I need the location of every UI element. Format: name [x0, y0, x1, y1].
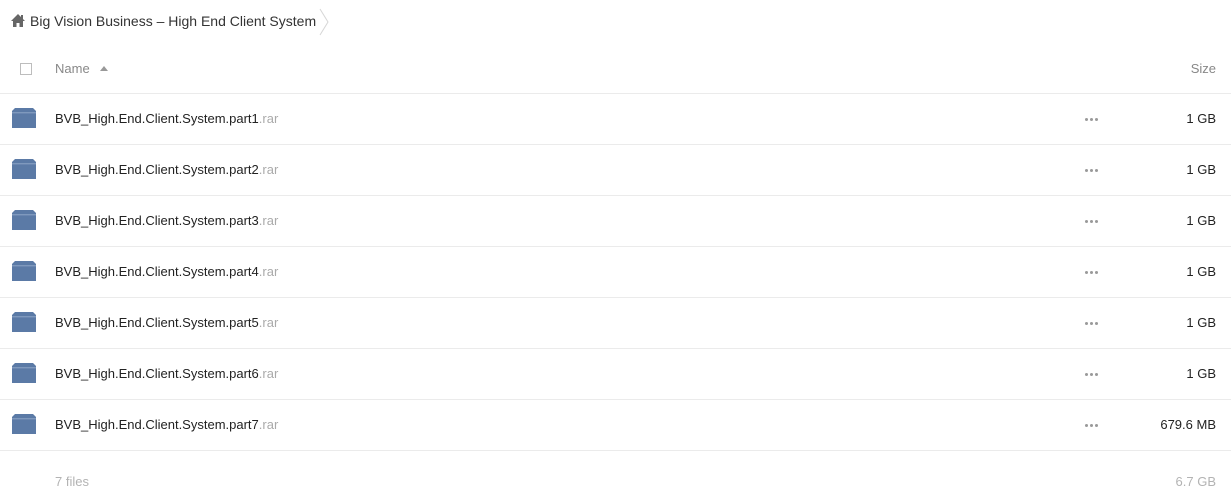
archive-file-icon: [12, 159, 36, 179]
file-name-base: BVB_High.End.Client.System.part1: [55, 111, 259, 126]
file-name-base: BVB_High.End.Client.System.part5: [55, 315, 259, 330]
chevron-right-icon: [319, 8, 329, 36]
table-header: Name Size: [0, 44, 1231, 94]
file-name-base: BVB_High.End.Client.System.part6: [55, 366, 259, 381]
more-options-icon[interactable]: [1084, 369, 1100, 379]
more-options-icon[interactable]: [1084, 165, 1100, 175]
table-row[interactable]: BVB_High.End.Client.System.part3.rar 1 GB: [0, 196, 1231, 247]
file-name-base: BVB_High.End.Client.System.part4: [55, 264, 259, 279]
archive-file-icon: [12, 210, 36, 230]
archive-file-icon: [12, 312, 36, 332]
archive-file-icon: [12, 261, 36, 281]
file-name[interactable]: BVB_High.End.Client.System.part6.rar: [55, 366, 278, 381]
column-header-size[interactable]: Size: [1191, 61, 1216, 76]
more-options-icon[interactable]: [1084, 420, 1100, 430]
list-footer: 7 files 6.7 GB: [0, 462, 1231, 501]
more-options-icon[interactable]: [1084, 267, 1100, 277]
table-row[interactable]: BVB_High.End.Client.System.part7.rar 679.…: [0, 400, 1231, 451]
file-extension: .rar: [258, 213, 279, 228]
file-list: BVB_High.End.Client.System.part1.rar 1 GB…: [0, 94, 1231, 451]
archive-file-icon: [12, 414, 36, 434]
column-header-name[interactable]: Name: [55, 61, 90, 76]
file-name[interactable]: BVB_High.End.Client.System.part3.rar: [55, 213, 278, 228]
archive-file-icon: [12, 363, 36, 383]
file-name[interactable]: BVB_High.End.Client.System.part2.rar: [55, 162, 278, 177]
table-row[interactable]: BVB_High.End.Client.System.part5.rar 1 GB: [0, 298, 1231, 349]
home-icon[interactable]: [10, 13, 26, 28]
file-extension: .rar: [258, 264, 279, 279]
file-extension: .rar: [258, 366, 279, 381]
file-extension: .rar: [258, 417, 279, 432]
more-options-icon[interactable]: [1084, 114, 1100, 124]
file-name[interactable]: BVB_High.End.Client.System.part1.rar: [55, 111, 278, 126]
table-row[interactable]: BVB_High.End.Client.System.part4.rar 1 GB: [0, 247, 1231, 298]
select-all-checkbox[interactable]: [20, 63, 32, 75]
file-name-base: BVB_High.End.Client.System.part2: [55, 162, 259, 177]
file-size: 1 GB: [1186, 315, 1216, 330]
sort-ascending-icon[interactable]: [100, 66, 108, 71]
file-name[interactable]: BVB_High.End.Client.System.part7.rar: [55, 417, 278, 432]
file-size: 1 GB: [1186, 162, 1216, 177]
breadcrumb-title[interactable]: Big Vision Business – High End Client Sy…: [30, 13, 316, 29]
total-size: 6.7 GB: [1175, 474, 1216, 489]
file-extension: .rar: [258, 315, 279, 330]
breadcrumb: Big Vision Business – High End Client Sy…: [0, 0, 1231, 44]
table-row[interactable]: BVB_High.End.Client.System.part1.rar 1 GB: [0, 94, 1231, 145]
more-options-icon[interactable]: [1084, 318, 1100, 328]
file-size: 1 GB: [1186, 264, 1216, 279]
file-name-base: BVB_High.End.Client.System.part7: [55, 417, 259, 432]
table-row[interactable]: BVB_High.End.Client.System.part2.rar 1 GB: [0, 145, 1231, 196]
file-size: 1 GB: [1186, 111, 1216, 126]
file-count: 7 files: [55, 474, 89, 489]
file-name[interactable]: BVB_High.End.Client.System.part5.rar: [55, 315, 278, 330]
file-extension: .rar: [258, 111, 279, 126]
file-name-base: BVB_High.End.Client.System.part3: [55, 213, 259, 228]
file-name[interactable]: BVB_High.End.Client.System.part4.rar: [55, 264, 278, 279]
table-row[interactable]: BVB_High.End.Client.System.part6.rar 1 GB: [0, 349, 1231, 400]
file-size: 679.6 MB: [1160, 417, 1216, 432]
file-size: 1 GB: [1186, 366, 1216, 381]
archive-file-icon: [12, 108, 36, 128]
file-size: 1 GB: [1186, 213, 1216, 228]
file-extension: .rar: [258, 162, 279, 177]
more-options-icon[interactable]: [1084, 216, 1100, 226]
